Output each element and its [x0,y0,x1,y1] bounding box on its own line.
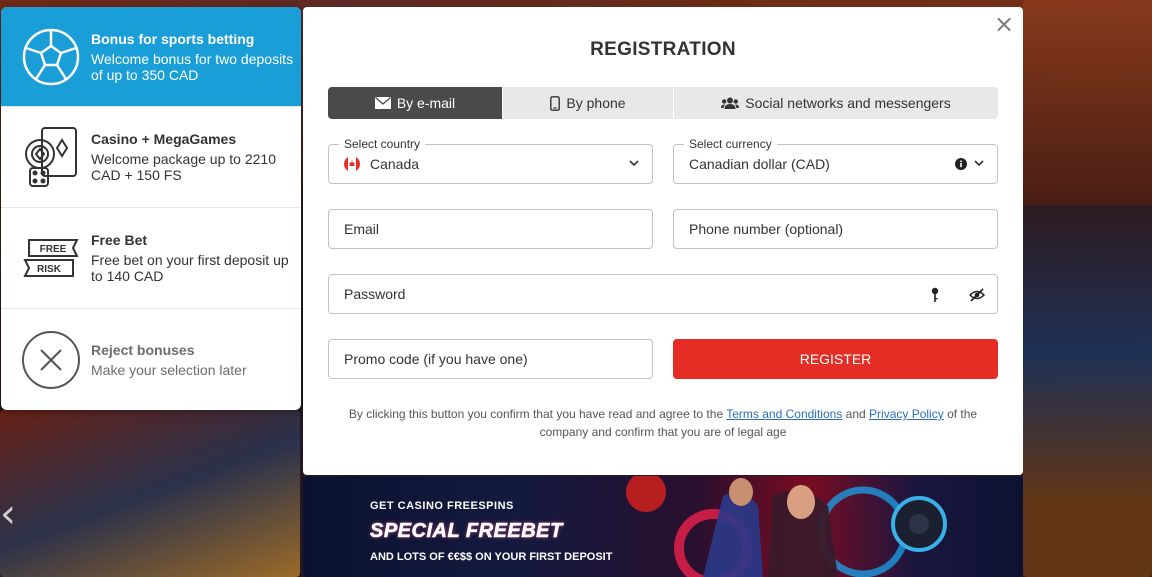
tab-label: By e-mail [396,95,456,111]
bonus-description: Welcome package up to 2210 CAD + 150 FS [91,151,276,183]
envelope-icon [374,97,391,109]
country-select[interactable]: Select country Canada [328,137,653,184]
promo-code-field[interactable]: Promo code (if you have one) [328,339,653,379]
eye-slash-icon[interactable] [969,288,985,302]
password-field[interactable]: Password [328,274,998,314]
promo-banner[interactable]: GET CASINO FREESPINS SPECIAL FREEBET AND… [303,476,1023,577]
canada-flag-icon [344,156,360,172]
free-bet-icon: FREE RISK [21,228,81,288]
casino-chips-icon [21,127,81,187]
close-icon[interactable]: × [993,12,1015,36]
phone-field[interactable]: Phone number (optional) [673,209,998,249]
free-bet-icon-free-text: FREE [40,244,67,255]
bonus-title: Casino + MegaGames [91,131,237,147]
country-value: Canada [370,156,420,172]
email-placeholder: Email [344,221,380,237]
bonus-description: Make your selection later [91,361,247,378]
banner-line-2: SPECIAL FREEBET [370,520,563,543]
bonus-selector: Bonus for sports betting Welcome bonus f… [1,7,301,410]
tab-social-networks[interactable]: Social networks and messengers [674,87,998,119]
currency-value: Canadian dollar (CAD) [689,156,830,172]
register-button[interactable]: REGISTER [673,339,998,379]
free-bet-icon-risk-text: RISK [37,264,62,275]
phone-icon [550,95,561,111]
promo-code-placeholder: Promo code (if you have one) [344,351,528,367]
bonus-option-casino[interactable]: Casino + MegaGames Welcome package up to… [1,107,301,208]
tab-by-email[interactable]: By e-mail [328,87,503,119]
bonus-title: Bonus for sports betting [91,30,255,47]
reject-icon [21,330,81,390]
info-icon[interactable] [955,158,967,170]
tab-label: Social networks and messengers [745,95,951,111]
bonus-title: Reject bonuses [91,341,195,358]
terms-link[interactable]: Terms and Conditions [726,407,842,421]
terms-text-and: and [845,407,866,421]
bonus-description: Welcome bonus for two deposits of up to … [91,50,294,83]
tab-by-phone[interactable]: By phone [503,87,674,119]
currency-select-label: Select currency [684,137,777,151]
registration-modal: × REGISTRATION By e-mail By phone Social… [303,7,1023,475]
email-field[interactable]: Email [328,209,653,249]
password-placeholder: Password [344,286,406,302]
chevron-down-icon [629,160,639,167]
banner-line-1: GET CASINO FREESPINS [370,500,514,512]
banner-line-3: AND LOTS OF €€$$ ON YOUR FIRST DEPOSIT [370,551,613,563]
bonus-description: Free bet on your first deposit up to 140… [91,252,289,284]
bonus-option-reject[interactable]: Reject bonuses Make your selection later [1,309,301,410]
tab-label: By phone [566,95,626,111]
users-icon [721,97,740,109]
bonus-option-sports[interactable]: Bonus for sports betting Welcome bonus f… [1,7,301,107]
soccer-ball-icon [21,27,81,87]
modal-title: REGISTRATION [590,39,736,60]
country-select-label: Select country [339,137,426,151]
registration-tabs: By e-mail By phone Social networks and m… [328,87,998,119]
currency-select[interactable]: Select currency Canadian dollar (CAD) [673,137,998,184]
terms-notice: By clicking this button you confirm that… [343,405,983,441]
phone-placeholder: Phone number (optional) [689,221,844,237]
chevron-down-icon [974,160,984,167]
carousel-prev-arrow[interactable]: ‹ [0,490,26,538]
bonus-option-free-bet[interactable]: FREE RISK Free Bet Free bet on your firs… [1,208,301,309]
bonus-title: Free Bet [91,232,148,248]
terms-text-before: By clicking this button you confirm that… [348,407,724,421]
privacy-policy-link[interactable]: Privacy Policy [869,407,944,421]
key-icon[interactable] [931,287,939,303]
